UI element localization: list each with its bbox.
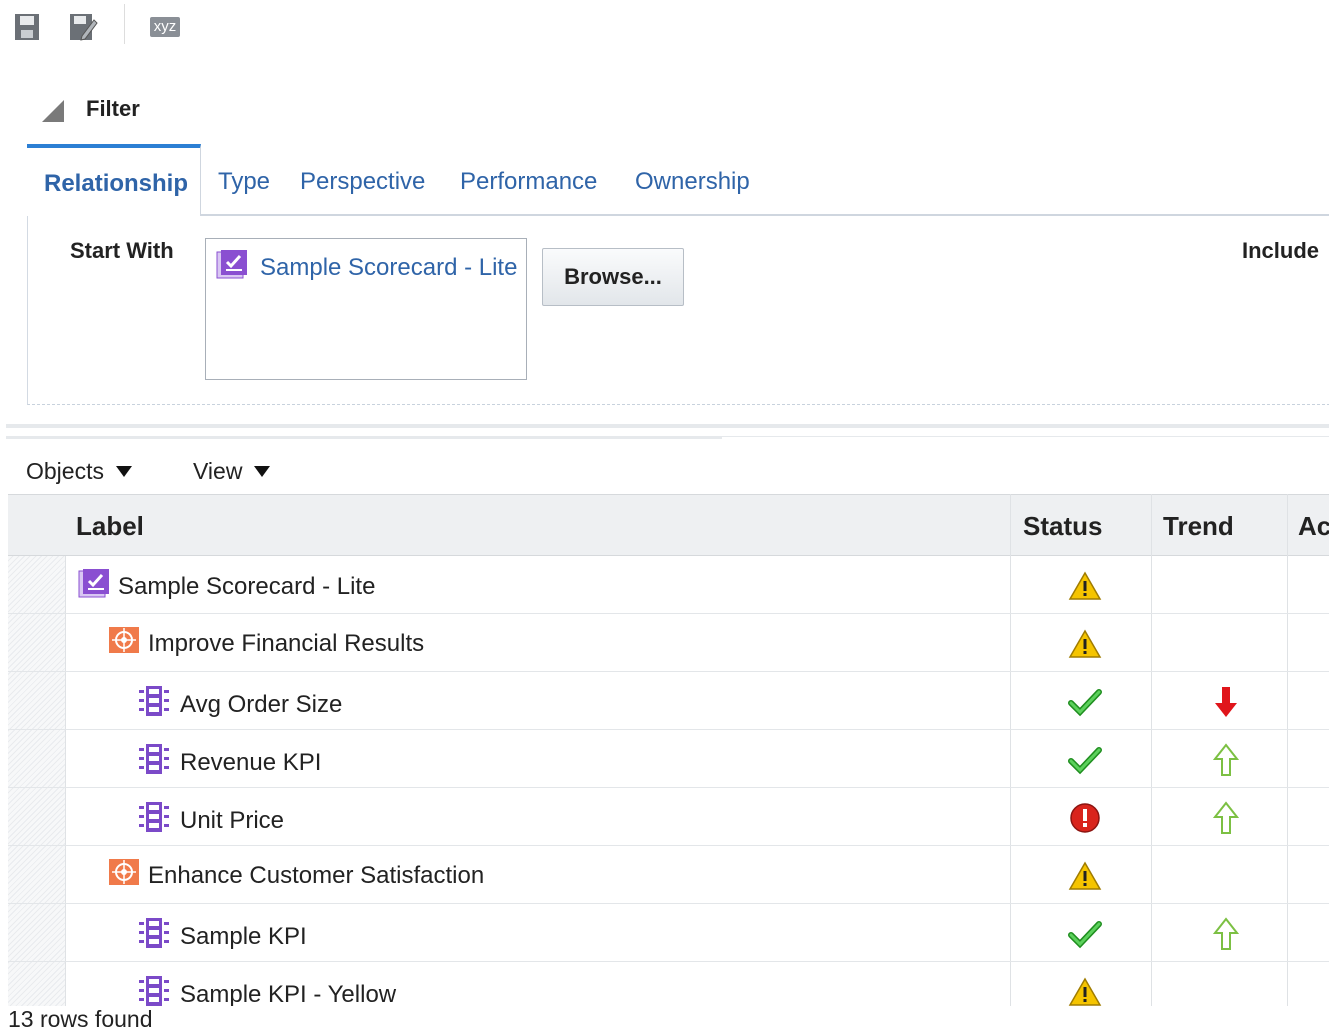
table-row[interactable]: Sample Scorecard - Lite xyxy=(8,556,1329,614)
kpi-icon xyxy=(138,974,172,1006)
tab-relationship-label: Relationship xyxy=(44,170,189,197)
filter-title: Filter xyxy=(86,96,140,121)
view-menu[interactable]: View xyxy=(193,458,271,485)
column-header-trend[interactable]: Trend xyxy=(1163,511,1234,542)
row-label-text: Sample KPI - Yellow xyxy=(180,980,397,1007)
table-row[interactable]: Sample KPI xyxy=(8,904,1329,962)
row-label-text: Revenue KPI xyxy=(180,748,322,776)
row-label[interactable]: Unit Price xyxy=(138,800,284,841)
warning-icon xyxy=(1068,860,1102,892)
view-menu-label: View xyxy=(193,458,243,484)
error-icon xyxy=(1068,802,1102,834)
tab-performance[interactable]: Performance xyxy=(460,168,597,196)
kpi-icon xyxy=(138,916,172,957)
xyz-label: xyz xyxy=(150,17,180,37)
kpi-icon xyxy=(138,742,172,783)
table-row[interactable]: Unit Price xyxy=(8,788,1329,846)
column-header-actual[interactable]: Ac xyxy=(1298,511,1329,542)
objects-menu[interactable]: Objects xyxy=(26,458,132,485)
arrow-up-icon xyxy=(1209,917,1243,950)
row-label-text: Avg Order Size xyxy=(180,690,343,718)
arrow-down-icon xyxy=(1209,686,1243,718)
column-header-status[interactable]: Status xyxy=(1023,511,1102,542)
checkmark-icon xyxy=(1068,744,1102,776)
scorecard-icon xyxy=(216,249,248,286)
table-row[interactable]: Avg Order Size xyxy=(8,672,1329,730)
row-label[interactable]: Sample Scorecard - Lite xyxy=(78,568,375,605)
column-header-label[interactable]: Label xyxy=(76,511,144,542)
row-label[interactable]: Sample KPI xyxy=(138,916,307,957)
rows-found-status: 13 rows found xyxy=(8,1006,153,1032)
table-row[interactable]: Enhance Customer Satisfaction xyxy=(8,846,1329,904)
row-label-text: Enhance Customer Satisfaction xyxy=(148,861,485,889)
kpi-icon xyxy=(138,684,172,725)
table-row[interactable]: Sample KPI - Yellow xyxy=(8,962,1329,1006)
chevron-down-icon xyxy=(115,466,132,477)
objective-icon xyxy=(108,858,140,893)
chevron-down-icon xyxy=(254,466,271,477)
tab-type[interactable]: Type xyxy=(218,168,270,196)
start-with-value: Sample Scorecard - Lite xyxy=(260,253,518,281)
table-row[interactable]: Improve Financial Results xyxy=(8,614,1329,672)
row-label[interactable]: Enhance Customer Satisfaction xyxy=(108,858,484,893)
kpi-icon xyxy=(138,800,172,841)
objects-table: Label Status Trend Ac Sample Scorecard -… xyxy=(8,494,1329,1006)
xyz-button[interactable]: xyz xyxy=(150,10,180,44)
divider xyxy=(6,436,722,439)
objective-icon xyxy=(108,626,140,661)
include-label: Include xyxy=(1242,238,1320,263)
row-label-text: Sample Scorecard - Lite xyxy=(118,572,376,600)
save-icon[interactable] xyxy=(12,10,42,44)
row-label-text: Sample KPI xyxy=(180,922,307,950)
arrow-up-icon xyxy=(1209,743,1243,776)
scorecard-icon xyxy=(78,568,110,605)
browse-button[interactable]: Browse... xyxy=(542,248,684,306)
divider xyxy=(722,436,1329,437)
objects-menu-label: Objects xyxy=(26,458,104,484)
warning-icon xyxy=(1068,570,1102,602)
start-with-list[interactable]: Sample Scorecard - Lite xyxy=(205,238,527,380)
save-as-icon[interactable] xyxy=(68,10,98,44)
start-with-item[interactable]: Sample Scorecard - Lite xyxy=(216,249,517,286)
row-label[interactable]: Improve Financial Results xyxy=(108,626,424,661)
toolbar-separator xyxy=(124,4,125,44)
tab-perspective[interactable]: Perspective xyxy=(300,168,425,196)
row-label[interactable]: Avg Order Size xyxy=(138,684,342,725)
row-label[interactable]: Revenue KPI xyxy=(138,742,321,783)
warning-icon xyxy=(1068,628,1102,660)
splitter[interactable] xyxy=(6,424,1329,428)
arrow-up-icon xyxy=(1209,801,1243,834)
warning-icon xyxy=(1068,976,1102,1006)
start-with-label: Start With xyxy=(70,238,174,263)
checkmark-icon xyxy=(1068,686,1102,718)
table-row[interactable]: Revenue KPI xyxy=(8,730,1329,788)
table-header: Label Status Trend Ac xyxy=(8,494,1329,556)
collapse-triangle-icon[interactable] xyxy=(42,100,64,122)
row-label-text: Unit Price xyxy=(180,806,285,834)
checkmark-icon xyxy=(1068,918,1102,950)
tab-relationship[interactable]: Relationship xyxy=(27,144,201,216)
row-label[interactable]: Sample KPI - Yellow xyxy=(138,974,396,1006)
tab-ownership[interactable]: Ownership xyxy=(635,168,750,196)
row-label-text: Improve Financial Results xyxy=(148,629,425,657)
